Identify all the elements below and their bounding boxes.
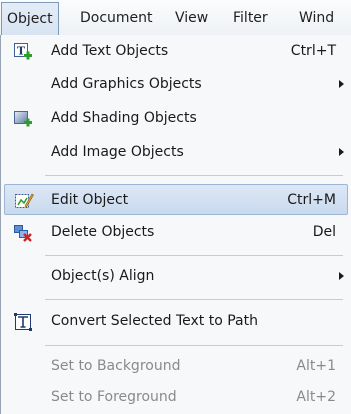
menu-item-delete-objects[interactable]: Delete Objects Del	[4, 217, 348, 248]
menu-item-label: Set to Background	[51, 358, 181, 374]
menu-item-label: Convert Selected Text to Path	[51, 313, 258, 329]
menu-item-add-image-objects[interactable]: Add Image Objects	[4, 137, 348, 168]
menu-item-label: Add Graphics Objects	[51, 76, 202, 92]
submenu-arrow-icon	[339, 80, 344, 88]
delete-objects-icon	[13, 223, 33, 243]
shortcut-label: Alt+1	[296, 358, 336, 374]
menu-bar: Object Document View Filter Wind	[0, 0, 351, 36]
add-text-object-icon: T	[13, 42, 33, 62]
submenu-arrow-icon	[339, 148, 344, 156]
menubar-window[interactable]: Wind	[299, 0, 334, 36]
object-menu: T Add Text Objects Ctrl+T Add Graphics O…	[0, 35, 351, 414]
menu-item-edit-object[interactable]: Edit Object Ctrl+M	[4, 184, 348, 215]
shortcut-label: Del	[312, 224, 336, 240]
menu-item-label: Add Shading Objects	[51, 110, 197, 126]
menubar-view[interactable]: View	[175, 0, 208, 36]
menu-separator	[45, 299, 343, 300]
menu-separator	[45, 345, 343, 346]
add-shading-object-icon	[13, 109, 33, 129]
shortcut-label: Ctrl+T	[290, 43, 336, 59]
menu-item-objects-align[interactable]: Object(s) Align	[4, 261, 348, 292]
menu-item-add-shading-objects[interactable]: Add Shading Objects	[4, 103, 348, 134]
menu-item-set-to-background: Set to Background Alt+1	[4, 351, 348, 382]
menu-item-label: Add Image Objects	[51, 144, 184, 160]
menubar-object[interactable]: Object	[1, 2, 59, 36]
edit-object-icon	[14, 191, 34, 211]
menubar-document[interactable]: Document	[80, 0, 153, 36]
menu-item-convert-text-to-path[interactable]: Convert Selected Text to Path	[4, 306, 348, 337]
menu-item-label: Object(s) Align	[51, 268, 155, 284]
menu-item-label: Delete Objects	[51, 224, 155, 240]
menu-separator	[45, 255, 343, 256]
shortcut-label: Alt+2	[296, 389, 336, 405]
submenu-arrow-icon	[339, 272, 344, 280]
menu-item-label: Set to Foreground	[51, 389, 177, 405]
menu-item-label: Edit Object	[51, 192, 129, 208]
menu-item-set-to-foreground: Set to Foreground Alt+2	[4, 382, 348, 413]
shortcut-label: Ctrl+M	[287, 192, 336, 208]
menu-separator	[45, 175, 343, 176]
menubar-filter[interactable]: Filter	[233, 0, 268, 36]
menu-item-add-text-objects[interactable]: T Add Text Objects Ctrl+T	[4, 36, 348, 67]
text-to-path-icon	[13, 312, 33, 332]
menu-item-label: Add Text Objects	[51, 43, 169, 59]
menu-item-add-graphics-objects[interactable]: Add Graphics Objects	[4, 69, 348, 100]
